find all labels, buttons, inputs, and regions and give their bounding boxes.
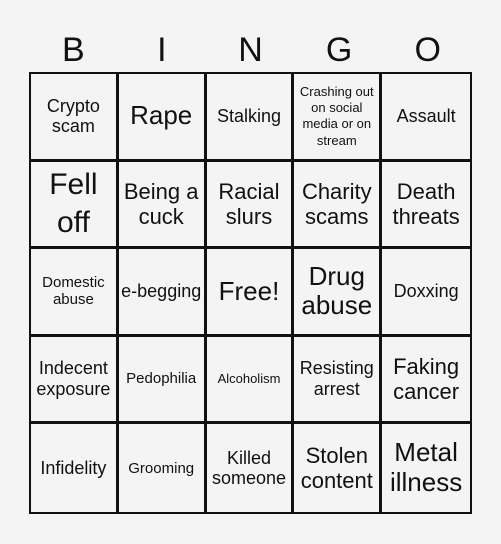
bingo-cell[interactable]: Killed someone bbox=[207, 424, 295, 512]
bingo-cell[interactable]: Metal illness bbox=[382, 424, 470, 512]
free-space-cell[interactable]: Free! bbox=[206, 249, 295, 337]
header-letter-b: B bbox=[61, 31, 85, 69]
bingo-board: Crypto scam Rape Stalking Crashing out o… bbox=[29, 72, 472, 514]
bingo-cell[interactable]: Domestic abuse bbox=[31, 249, 119, 337]
bingo-cell[interactable]: Crypto scam bbox=[31, 74, 119, 162]
bingo-cell[interactable]: Grooming bbox=[119, 424, 207, 512]
bingo-cell[interactable]: Stalking bbox=[206, 74, 295, 162]
bingo-cell[interactable]: Rape bbox=[118, 74, 207, 162]
bingo-cell[interactable]: Drug abuse bbox=[294, 249, 383, 337]
bingo-cell[interactable]: Fell off bbox=[31, 161, 119, 250]
bingo-cell[interactable]: Resisting arrest bbox=[294, 336, 383, 425]
bingo-cell[interactable]: Racial slurs bbox=[206, 161, 295, 250]
bingo-cell[interactable]: Charity scams bbox=[294, 161, 383, 250]
bingo-cell[interactable]: Pedophilia bbox=[118, 336, 207, 425]
bingo-cell[interactable]: Crashing out on social media or on strea… bbox=[294, 74, 383, 162]
bingo-cell[interactable]: Being a cuck bbox=[118, 161, 207, 250]
bingo-cell[interactable]: Doxxing bbox=[382, 249, 470, 337]
bingo-header: B I N G O bbox=[29, 28, 472, 72]
bingo-cell[interactable]: e-begging bbox=[118, 249, 207, 337]
header-letter-g: G bbox=[325, 31, 353, 69]
bingo-cell[interactable]: Assault bbox=[382, 74, 470, 162]
header-letter-n: N bbox=[238, 31, 263, 69]
bingo-cell[interactable]: Stolen content bbox=[294, 424, 383, 512]
bingo-cell[interactable]: Indecent exposure bbox=[31, 336, 119, 425]
bingo-cell[interactable]: Death threats bbox=[382, 162, 470, 250]
bingo-cell[interactable]: Infidelity bbox=[31, 424, 119, 512]
bingo-cell[interactable]: Faking cancer bbox=[382, 337, 470, 425]
header-letter-o: O bbox=[414, 31, 441, 69]
header-letter-i: I bbox=[157, 31, 167, 69]
bingo-cell[interactable]: Alcoholism bbox=[206, 336, 295, 425]
